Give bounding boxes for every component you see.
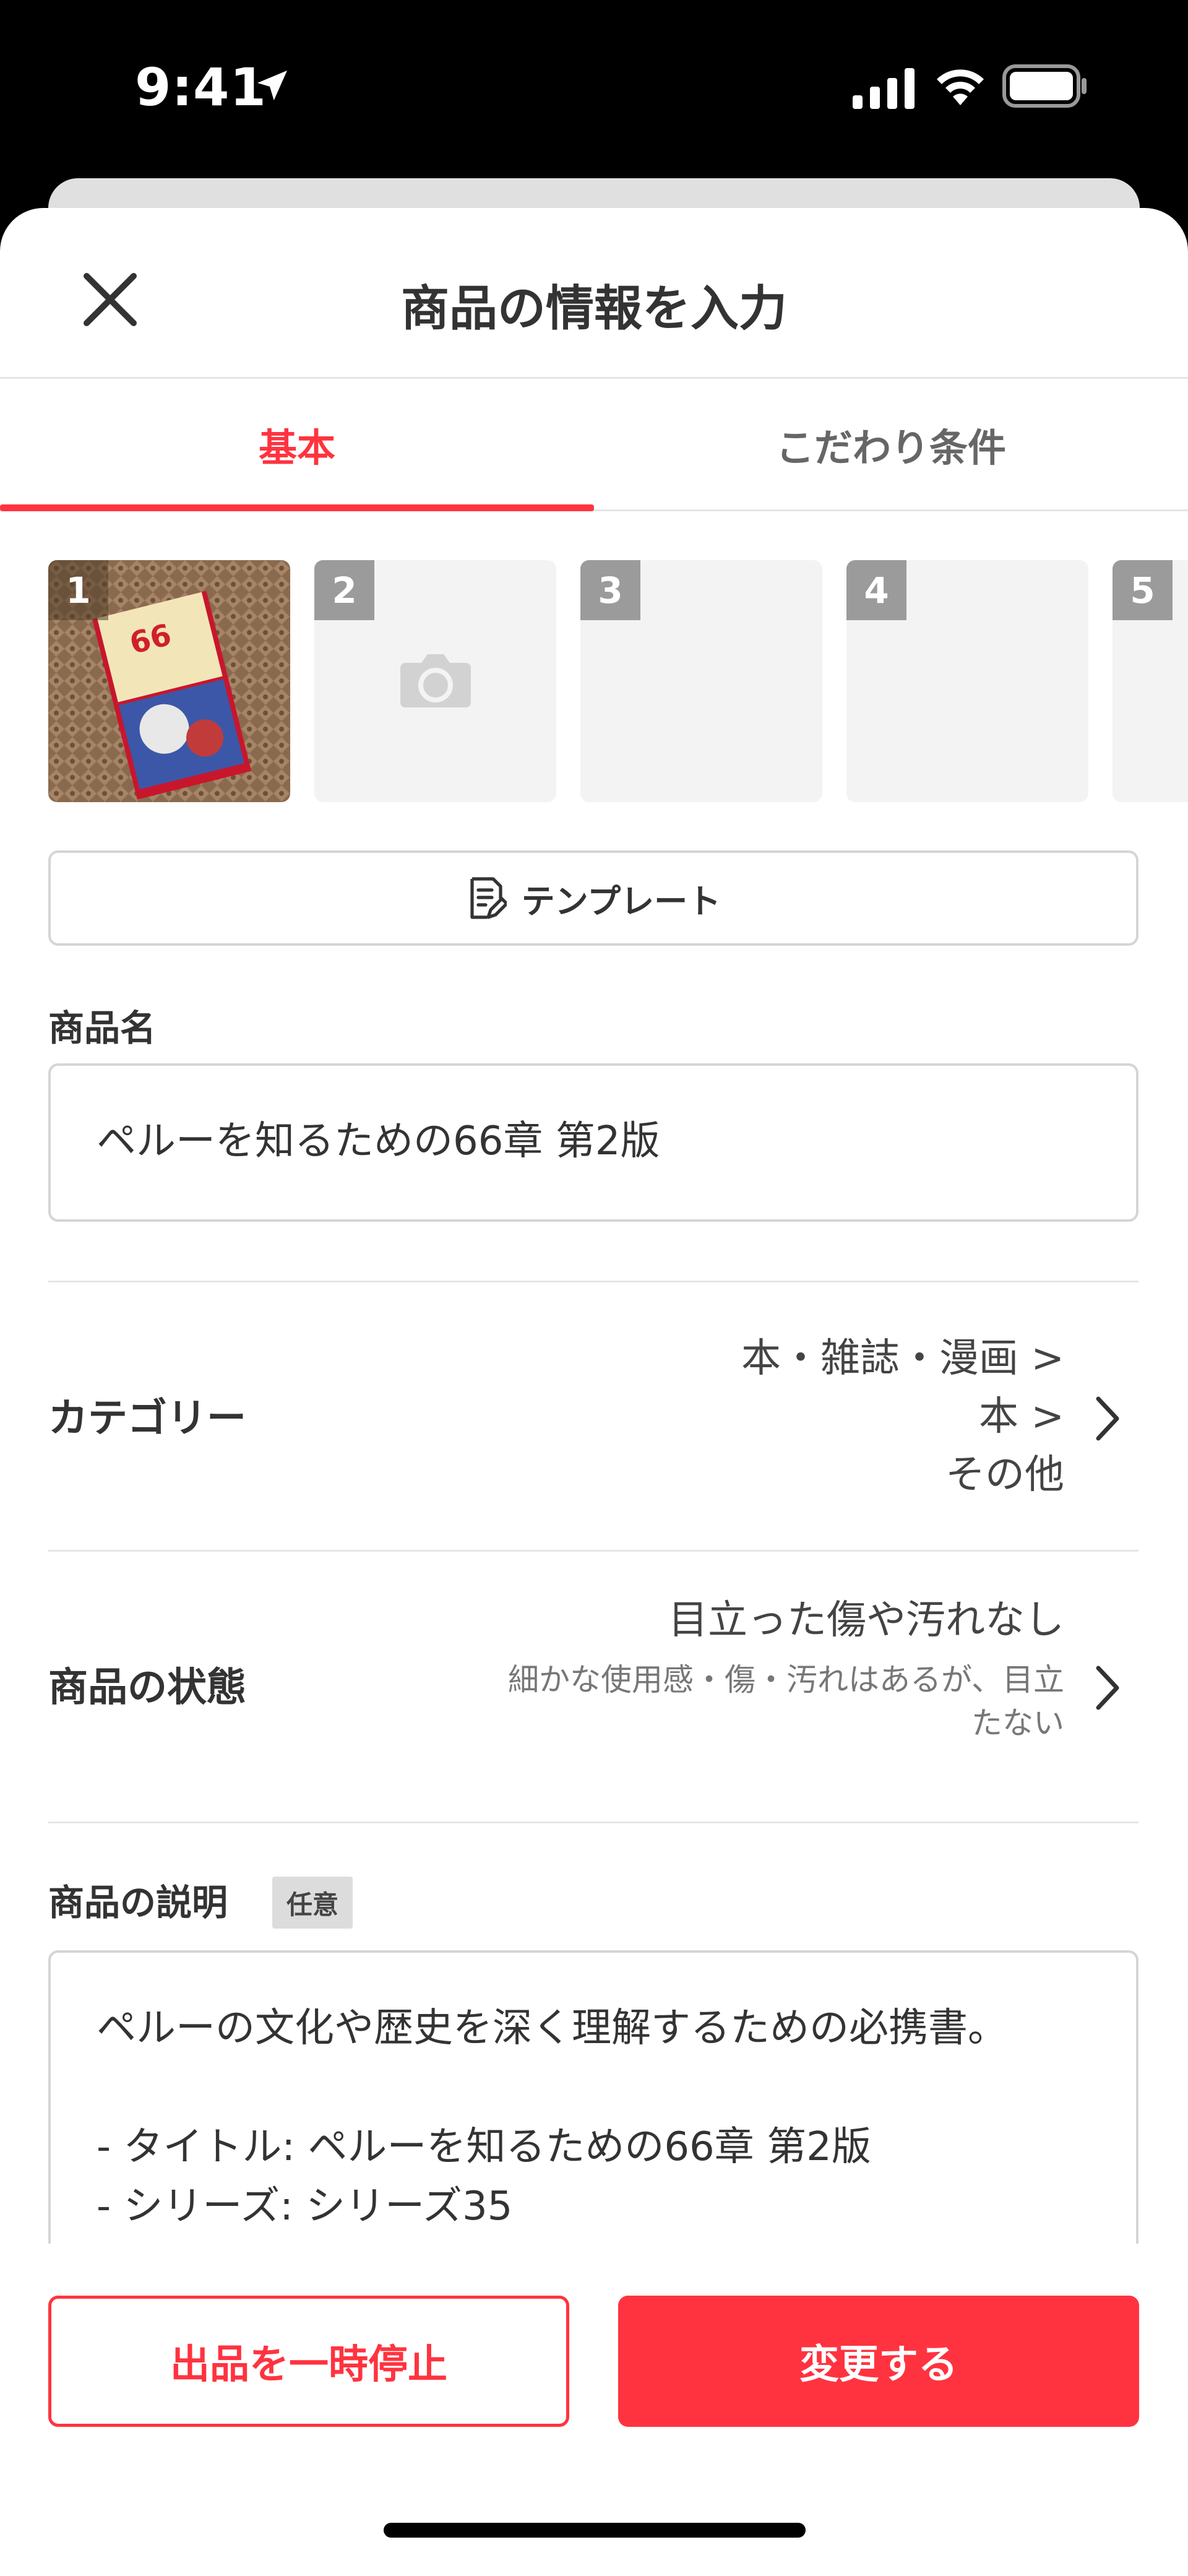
save-changes-button[interactable]: 変更する [618,2296,1139,2427]
category-level-1: 本・雑誌・漫画 > [741,1336,1064,1381]
category-row[interactable]: カテゴリー 本・雑誌・漫画 > 本 > その他 [0,1282,1188,1550]
battery-icon [1002,64,1087,108]
photo-number-badge: 5 [1113,560,1173,620]
photo-slot-1[interactable]: 66 1 [48,560,290,802]
description-line: ペルーの文化や歴史を深く理解するための必携書。 [97,2005,1007,2051]
product-name-label: 商品名 [48,1007,157,1049]
product-name-value: ペルーを知るための66章 第2版 [97,1118,660,1164]
bottom-action-bar: 出品を一時停止 変更する [0,2244,1188,2576]
photo-number-badge: 3 [580,560,640,620]
camera-icon [400,654,471,707]
template-icon [470,877,507,919]
chevron-right-icon [1096,1666,1119,1710]
chevron-right-icon [1096,1396,1119,1441]
divider [48,1822,1138,1823]
photo-slot-4[interactable]: 4 [846,560,1088,802]
tab-bar: 基本 こだわり条件 [0,379,1188,511]
category-path: 本・雑誌・漫画 > 本 > その他 [741,1329,1064,1504]
active-tab-indicator [0,504,594,511]
photo-number-badge: 1 [48,560,108,620]
cellular-signal-icon [853,68,915,109]
photo-slot-5[interactable]: 5 [1113,560,1188,802]
sheet-header: 商品の情報を入力 [0,208,1188,379]
category-level-3: その他 [945,1452,1064,1498]
description-line: - シリーズ: シリーズ35 [97,2184,513,2229]
photo-slot-3[interactable]: 3 [580,560,822,802]
location-arrow-icon [257,71,287,100]
template-button[interactable]: テンプレート [48,850,1138,946]
wifi-icon [937,69,984,105]
home-indicator [384,2523,806,2538]
category-level-2: 本 > [979,1394,1064,1440]
photo-number-badge: 2 [314,560,374,620]
description-label: 商品の説明 [48,1882,228,1924]
condition-label: 商品の状態 [48,1665,246,1711]
tab-basic[interactable]: 基本 [0,379,594,509]
page-title: 商品の情報を入力 [400,281,787,337]
condition-description: 細かな使用感・傷・汚れはあるが、目立たない [508,1662,1064,1741]
tab-preferences[interactable]: こだわり条件 [594,379,1188,509]
photo-number-badge: 4 [846,560,906,620]
edit-item-sheet: 商品の情報を入力 基本 こだわり条件 66 1 2 3 4 5 テンプレート 商… [0,208,1188,2576]
category-label: カテゴリー [48,1396,246,1441]
condition-value-group: 目立った傷や汚れなし 細かな使用感・傷・汚れはあるが、目立たない [446,1591,1064,1745]
status-time: 9:41 [135,57,267,118]
template-button-label: テンプレート [521,881,721,921]
condition-row[interactable]: 商品の状態 目立った傷や汚れなし 細かな使用感・傷・汚れはあるが、目立たない [0,1552,1188,1822]
photo-slot-2[interactable]: 2 [314,560,556,802]
condition-value: 目立った傷や汚れなし [668,1597,1064,1643]
pause-listing-button[interactable]: 出品を一時停止 [48,2296,569,2427]
description-line: - タイトル: ペルーを知るための66章 第2版 [97,2124,871,2170]
status-bar: 9:41 [0,0,1188,179]
optional-badge: 任意 [272,1877,353,1929]
product-name-input[interactable]: ペルーを知るための66章 第2版 [48,1063,1138,1222]
